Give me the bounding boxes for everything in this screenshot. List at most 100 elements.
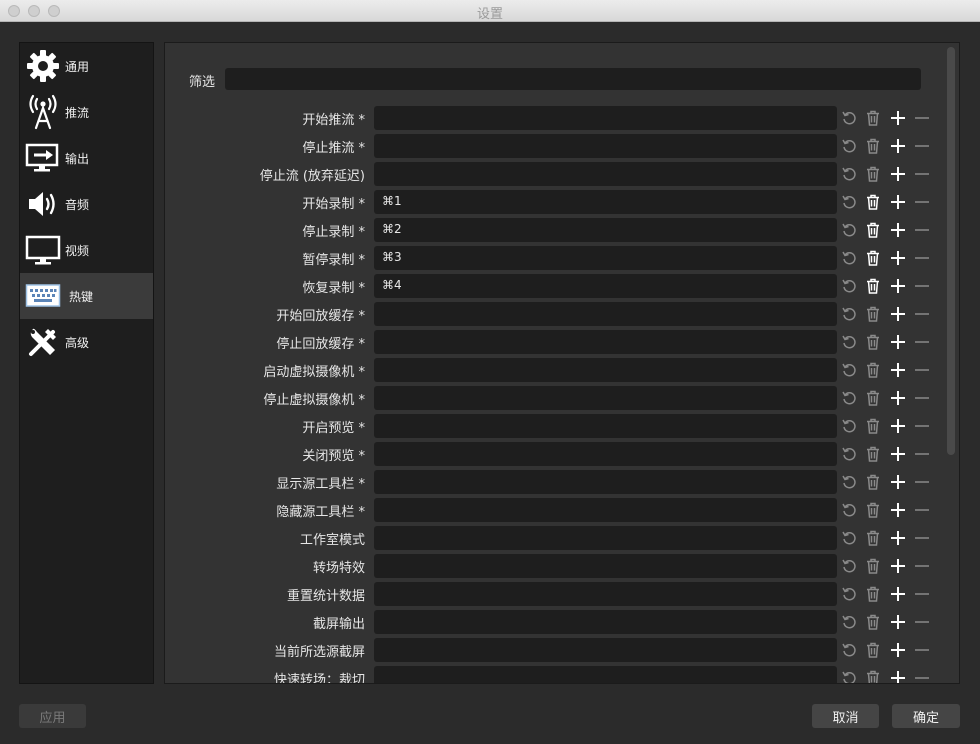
hotkey-input[interactable] [374, 302, 837, 326]
hotkey-input[interactable] [374, 358, 837, 382]
remove-icon[interactable] [913, 193, 931, 211]
ok-button[interactable]: 确定 [892, 704, 960, 728]
remove-icon[interactable] [913, 417, 931, 435]
sidebar-item-audio[interactable]: 音频 [20, 181, 153, 227]
remove-icon[interactable] [913, 557, 931, 575]
revert-icon[interactable] [840, 333, 858, 351]
apply-button[interactable]: 应用 [19, 704, 86, 728]
scrollbar[interactable] [947, 47, 955, 455]
revert-icon[interactable] [840, 669, 858, 683]
hotkey-input[interactable] [374, 582, 837, 606]
add-icon[interactable] [889, 473, 907, 491]
remove-icon[interactable] [913, 333, 931, 351]
remove-icon[interactable] [913, 389, 931, 407]
hotkey-input[interactable] [374, 526, 837, 550]
hotkey-input[interactable]: ⌘1 [374, 190, 837, 214]
remove-icon[interactable] [913, 249, 931, 267]
trash-icon[interactable] [864, 305, 882, 323]
hotkey-input[interactable]: ⌘4 [374, 274, 837, 298]
hotkey-input[interactable] [374, 498, 837, 522]
revert-icon[interactable] [840, 249, 858, 267]
remove-icon[interactable] [913, 445, 931, 463]
add-icon[interactable] [889, 193, 907, 211]
trash-icon[interactable] [864, 389, 882, 407]
trash-icon[interactable] [864, 557, 882, 575]
hotkey-input[interactable] [374, 386, 837, 410]
trash-icon[interactable] [864, 193, 882, 211]
add-icon[interactable] [889, 221, 907, 239]
remove-icon[interactable] [913, 137, 931, 155]
add-icon[interactable] [889, 557, 907, 575]
remove-icon[interactable] [913, 305, 931, 323]
hotkey-input[interactable] [374, 162, 837, 186]
hotkey-input[interactable] [374, 330, 837, 354]
add-icon[interactable] [889, 585, 907, 603]
revert-icon[interactable] [840, 613, 858, 631]
revert-icon[interactable] [840, 529, 858, 547]
add-icon[interactable] [889, 389, 907, 407]
revert-icon[interactable] [840, 445, 858, 463]
revert-icon[interactable] [840, 221, 858, 239]
trash-icon[interactable] [864, 165, 882, 183]
add-icon[interactable] [889, 109, 907, 127]
add-icon[interactable] [889, 361, 907, 379]
add-icon[interactable] [889, 529, 907, 547]
trash-icon[interactable] [864, 445, 882, 463]
hotkey-input[interactable] [374, 414, 837, 438]
sidebar-item-general[interactable]: 通用 [20, 43, 153, 89]
revert-icon[interactable] [840, 501, 858, 519]
trash-icon[interactable] [864, 333, 882, 351]
add-icon[interactable] [889, 249, 907, 267]
remove-icon[interactable] [913, 165, 931, 183]
trash-icon[interactable] [864, 221, 882, 239]
add-icon[interactable] [889, 277, 907, 295]
revert-icon[interactable] [840, 389, 858, 407]
remove-icon[interactable] [913, 501, 931, 519]
revert-icon[interactable] [840, 361, 858, 379]
hotkey-input[interactable] [374, 106, 837, 130]
revert-icon[interactable] [840, 557, 858, 575]
trash-icon[interactable] [864, 501, 882, 519]
revert-icon[interactable] [840, 585, 858, 603]
revert-icon[interactable] [840, 641, 858, 659]
hotkey-input[interactable] [374, 666, 837, 683]
remove-icon[interactable] [913, 585, 931, 603]
revert-icon[interactable] [840, 417, 858, 435]
trash-icon[interactable] [864, 585, 882, 603]
add-icon[interactable] [889, 501, 907, 519]
sidebar-item-video[interactable]: 视频 [20, 227, 153, 273]
hotkey-input[interactable] [374, 442, 837, 466]
remove-icon[interactable] [913, 221, 931, 239]
remove-icon[interactable] [913, 641, 931, 659]
remove-icon[interactable] [913, 529, 931, 547]
add-icon[interactable] [889, 613, 907, 631]
revert-icon[interactable] [840, 109, 858, 127]
revert-icon[interactable] [840, 473, 858, 491]
sidebar-item-hotkeys[interactable]: 热键 [20, 273, 153, 319]
remove-icon[interactable] [913, 361, 931, 379]
trash-icon[interactable] [864, 417, 882, 435]
trash-icon[interactable] [864, 529, 882, 547]
remove-icon[interactable] [913, 613, 931, 631]
trash-icon[interactable] [864, 613, 882, 631]
add-icon[interactable] [889, 333, 907, 351]
trash-icon[interactable] [864, 669, 882, 683]
revert-icon[interactable] [840, 277, 858, 295]
hotkey-input[interactable] [374, 134, 837, 158]
revert-icon[interactable] [840, 165, 858, 183]
trash-icon[interactable] [864, 641, 882, 659]
trash-icon[interactable] [864, 137, 882, 155]
add-icon[interactable] [889, 305, 907, 323]
add-icon[interactable] [889, 445, 907, 463]
remove-icon[interactable] [913, 669, 931, 683]
filter-input[interactable] [225, 68, 921, 90]
trash-icon[interactable] [864, 277, 882, 295]
remove-icon[interactable] [913, 473, 931, 491]
add-icon[interactable] [889, 165, 907, 183]
hotkey-input[interactable]: ⌘2 [374, 218, 837, 242]
hotkey-input[interactable]: ⌘3 [374, 246, 837, 270]
sidebar-item-output[interactable]: 输出 [20, 135, 153, 181]
hotkey-input[interactable] [374, 610, 837, 634]
trash-icon[interactable] [864, 473, 882, 491]
sidebar-item-advanced[interactable]: 高级 [20, 319, 153, 365]
